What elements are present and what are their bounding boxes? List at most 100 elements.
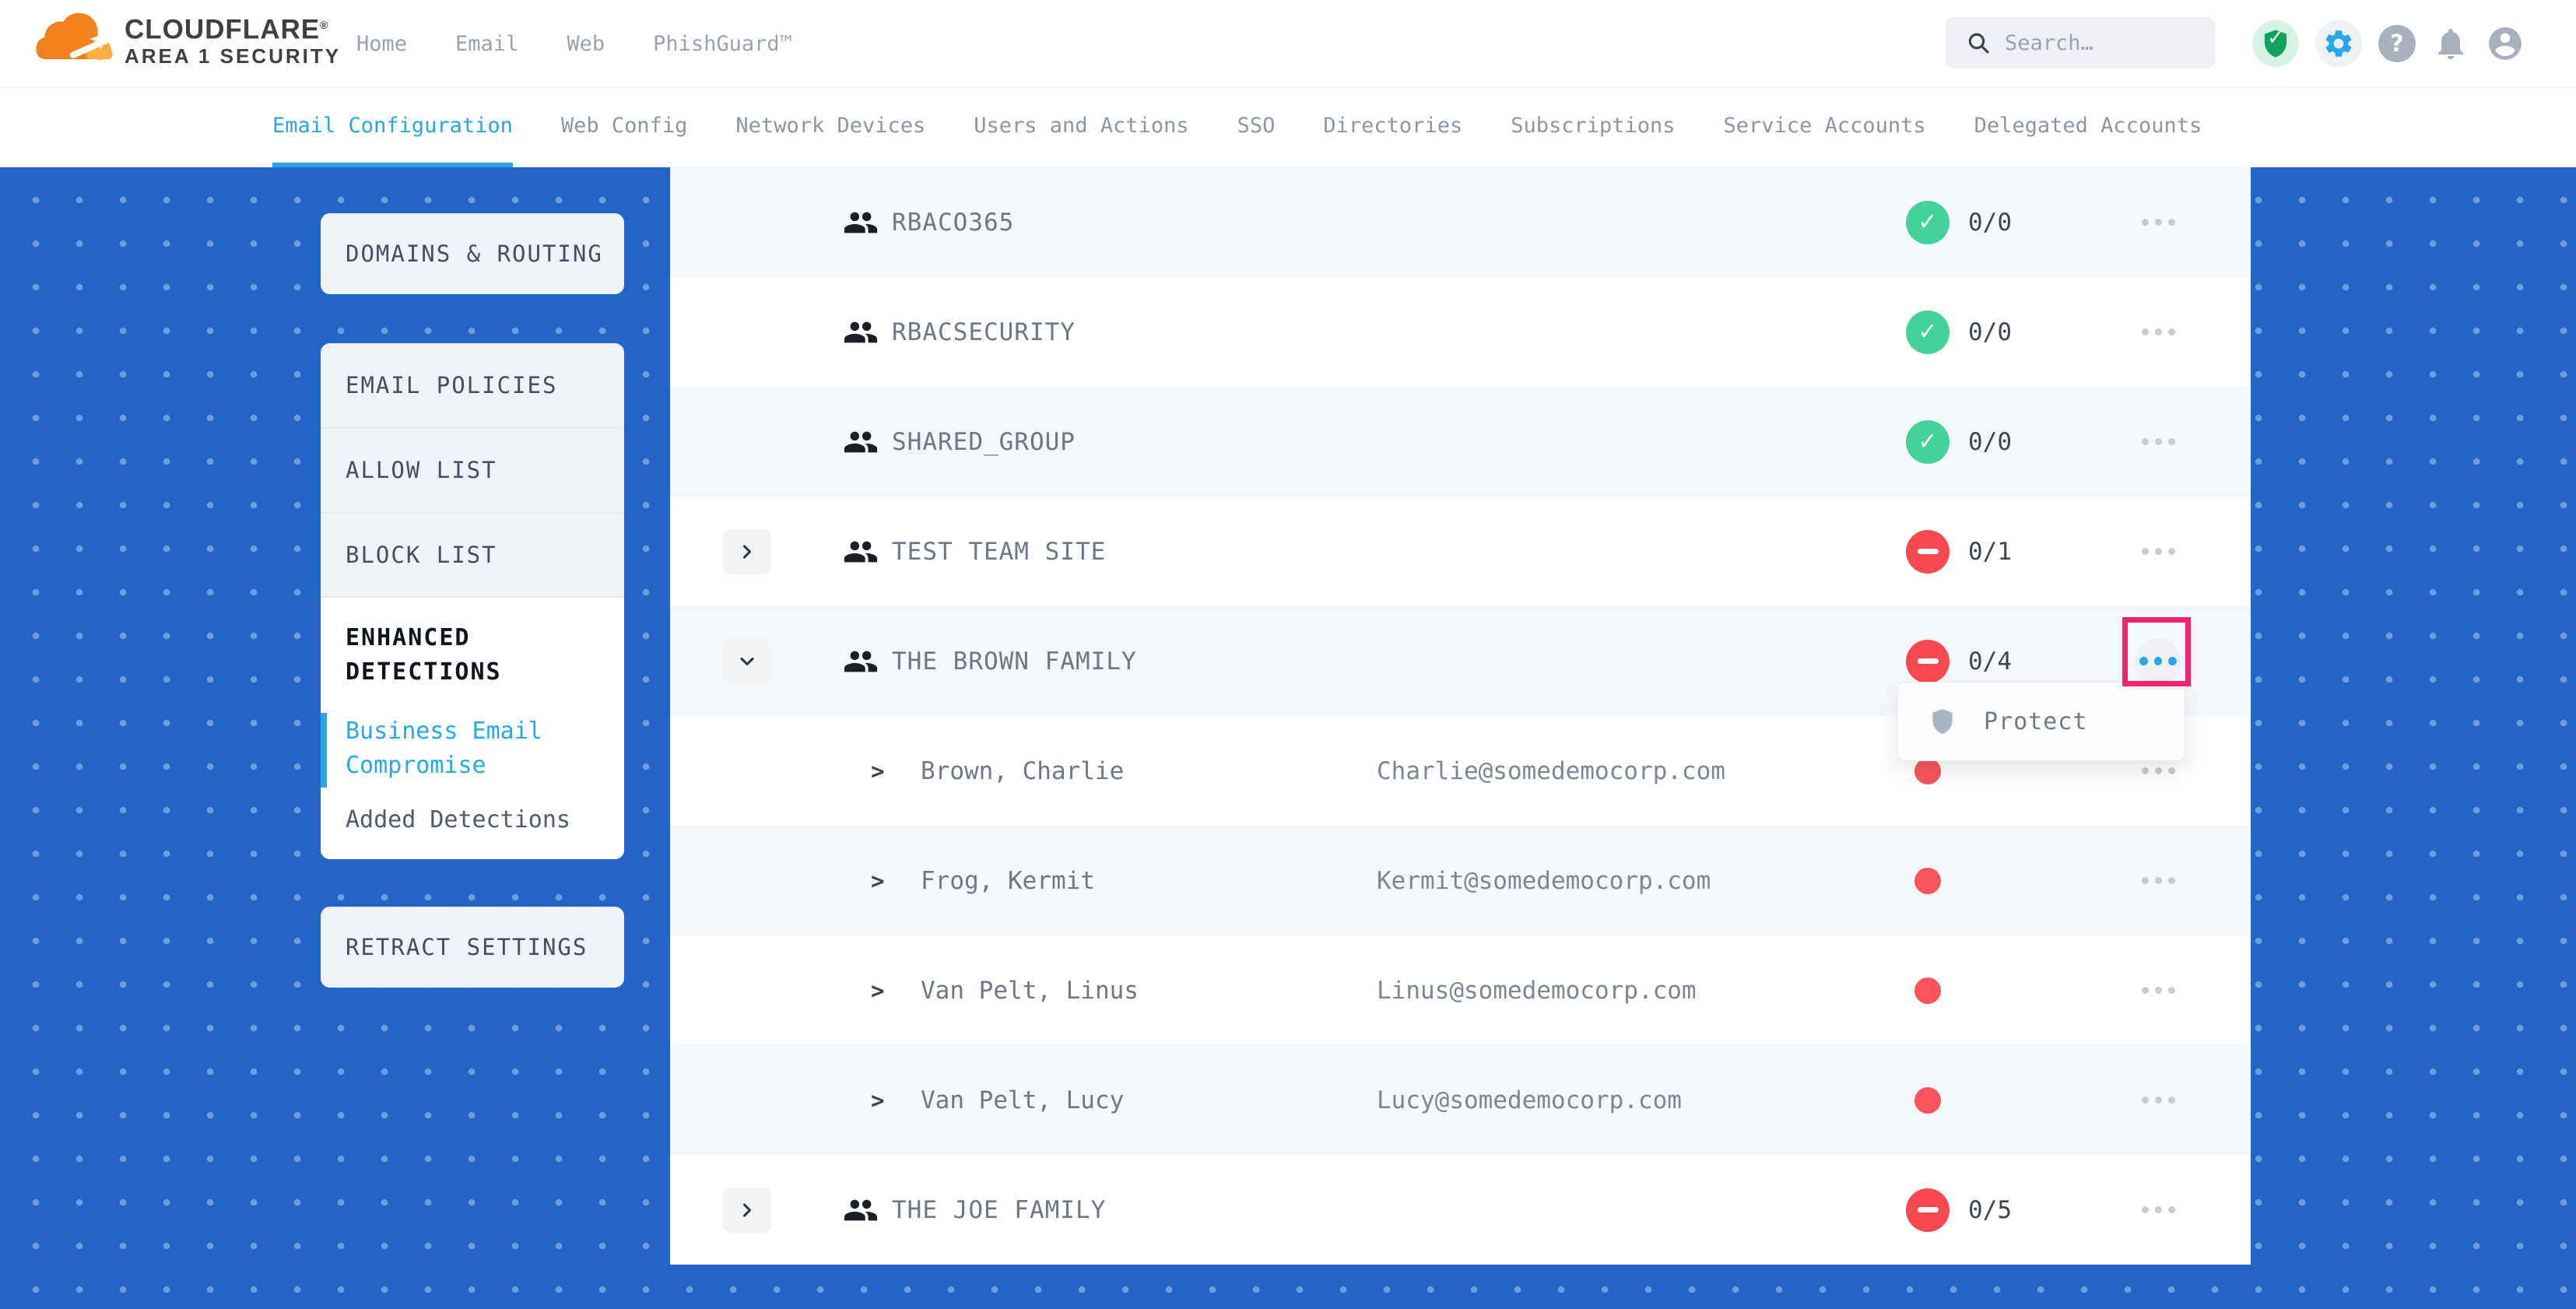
sidebar-item-retract-settings[interactable]: RETRACT SETTINGS (321, 907, 624, 988)
sidebar-item-domains-routing[interactable]: DOMAINS & ROUTING (321, 213, 624, 294)
nav-phishguard[interactable]: PhishGuard™ (653, 32, 792, 56)
nav-email[interactable]: Email (455, 32, 518, 56)
enhanced-detections-heading: ENHANCED DETECTIONS (346, 621, 605, 690)
chevron-right-icon (736, 541, 758, 563)
member-caret-icon[interactable]: > (871, 1087, 884, 1114)
expand-row-button[interactable] (723, 1188, 771, 1233)
brand-text: CLOUDFLARE® AREA 1 SECURITY (125, 10, 341, 68)
gear-icon[interactable] (2315, 20, 2362, 67)
status-cell: 0/4 (1906, 640, 2012, 683)
row-menu-button[interactable] (2135, 1077, 2181, 1124)
member-caret-icon[interactable]: > (871, 868, 884, 894)
app-header: CLOUDFLARE® AREA 1 SECURITY Home Email W… (0, 0, 2576, 87)
brand-subtitle: AREA 1 SECURITY (125, 44, 341, 68)
status-cell: ✓ 0/0 (1906, 311, 2012, 354)
status-dot-blocked (1914, 868, 1941, 894)
row-menu-button[interactable] (2135, 419, 2181, 465)
shield-icon (1928, 707, 1957, 736)
group-name: THE BROWN FAMILY (892, 647, 1137, 676)
table-row-member: > Van Pelt, Linus Linus@somedemocorp.com (670, 935, 2251, 1045)
tab-web-config[interactable]: Web Config (561, 88, 688, 167)
group-name: RBACSECURITY (892, 318, 1076, 346)
annotation-highlight-box (2122, 617, 2191, 686)
row-menu-button[interactable] (2135, 967, 2181, 1014)
row-menu-button[interactable] (2135, 528, 2181, 575)
account-icon[interactable] (2486, 24, 2525, 63)
row-menu-button[interactable] (2135, 1187, 2181, 1234)
tab-delegated-accounts[interactable]: Delegated Accounts (1974, 88, 2202, 167)
group-people-icon (843, 644, 879, 679)
tab-users-and-actions[interactable]: Users and Actions (974, 88, 1188, 167)
cloudflare-logo: CLOUDFLARE® AREA 1 SECURITY (33, 8, 341, 70)
table-row-member: > Van Pelt, Lucy Lucy@somedemocorp.com (670, 1045, 2251, 1155)
chevron-down-icon (736, 651, 758, 672)
help-icon[interactable]: ? (2378, 25, 2416, 62)
top-nav: Home Email Web PhishGuard™ (356, 0, 792, 87)
table-row-group: TEST TEAM SITE 0/1 (670, 497, 2251, 606)
status-dot-blocked (1914, 758, 1941, 784)
member-caret-icon[interactable]: > (871, 758, 884, 784)
status-dot-blocked (1914, 977, 1941, 1004)
member-name: Van Pelt, Lucy (921, 1086, 1124, 1114)
table-row-group: SHARED_GROUP ✓ 0/0 (670, 387, 2251, 497)
tab-network-devices[interactable]: Network Devices (735, 88, 925, 167)
table-row-group: RBACO365 ✓ 0/0 (670, 167, 2251, 277)
bell-icon[interactable] (2432, 25, 2469, 62)
status-cell: 0/5 (1906, 1188, 2012, 1232)
member-caret-icon[interactable]: > (871, 977, 884, 1004)
chevron-right-icon (736, 1199, 758, 1221)
expand-row-button[interactable] (723, 529, 771, 574)
protected-count: 0/0 (1968, 318, 2012, 346)
protect-menu-item[interactable]: Protect (1984, 708, 2087, 735)
group-people-icon (843, 205, 879, 240)
protected-count: 0/5 (1968, 1196, 2012, 1224)
group-name: THE JOE FAMILY (892, 1196, 1106, 1224)
nav-web[interactable]: Web (567, 32, 605, 56)
collapse-row-button[interactable] (723, 639, 771, 684)
member-email: Kermit@somedemocorp.com (1377, 867, 1711, 895)
member-name: Van Pelt, Linus (921, 977, 1139, 1005)
sidebar-policies-card: EMAIL POLICIES ALLOW LIST BLOCK LIST ENH… (321, 343, 624, 859)
tab-directories[interactable]: Directories (1323, 88, 1462, 167)
search-box[interactable] (1946, 17, 2215, 68)
registered-mark: ® (320, 19, 328, 31)
member-name: Brown, Charlie (921, 757, 1124, 785)
tab-sso[interactable]: SSO (1237, 88, 1276, 167)
sidebar-item-allow-list[interactable]: ALLOW LIST (321, 428, 624, 513)
group-people-icon (843, 424, 879, 460)
group-name: TEST TEAM SITE (892, 538, 1106, 566)
status-ok-badge: ✓ (1906, 201, 1950, 244)
sidebar-section-enhanced-detections: ENHANCED DETECTIONS Business Email Compr… (321, 598, 624, 859)
member-email: Linus@somedemocorp.com (1377, 977, 1697, 1005)
member-email: Lucy@somedemocorp.com (1377, 1086, 1682, 1114)
status-cell: ✓ 0/0 (1906, 420, 2012, 464)
row-menu-button[interactable] (2135, 858, 2181, 904)
sidebar-item-block-list[interactable]: BLOCK LIST (321, 513, 624, 598)
shield-check-icon[interactable]: ✓ (2252, 20, 2299, 67)
tab-service-accounts[interactable]: Service Accounts (1724, 88, 1926, 167)
row-menu-button[interactable] (2135, 309, 2181, 356)
protected-count: 0/1 (1968, 538, 2012, 566)
sidebar-item-email-policies[interactable]: EMAIL POLICIES (321, 343, 624, 428)
tab-email-configuration[interactable]: Email Configuration (272, 88, 513, 167)
search-input[interactable] (2003, 30, 2185, 56)
group-name: SHARED_GROUP (892, 428, 1076, 456)
tab-subscriptions[interactable]: Subscriptions (1511, 88, 1675, 167)
status-blocked-badge (1906, 1188, 1950, 1232)
sidebar-item-added-detections[interactable]: Added Detections (346, 803, 605, 837)
group-people-icon (843, 314, 879, 350)
row-menu-button[interactable] (2135, 199, 2181, 246)
active-item-bar (321, 713, 327, 788)
status-ok-badge: ✓ (1906, 420, 1950, 464)
protected-count: 0/0 (1968, 428, 2012, 456)
protected-count: 0/0 (1968, 209, 2012, 237)
table-row-member: > Frog, Kermit Kermit@somedemocorp.com (670, 826, 2251, 935)
search-icon (1966, 30, 1991, 55)
member-name: Frog, Kermit (921, 867, 1095, 895)
cloudflare-cloud-icon (33, 8, 117, 70)
group-people-icon (843, 534, 879, 570)
sidebar-item-business-email-compromise[interactable]: Business Email Compromise (346, 714, 605, 783)
status-blocked-badge (1906, 640, 1950, 683)
status-blocked-badge (1906, 530, 1950, 574)
nav-home[interactable]: Home (356, 32, 407, 56)
